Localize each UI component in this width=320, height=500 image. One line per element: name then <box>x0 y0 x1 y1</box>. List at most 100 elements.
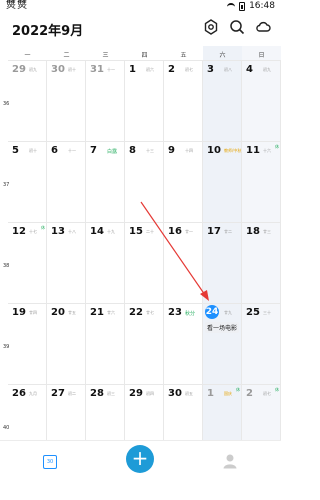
day-number: 16 <box>168 226 182 237</box>
weekday-header: 一二三四五六日 <box>0 46 281 60</box>
day-number: 27 <box>51 388 65 399</box>
calendar-day-cell[interactable]: 6 十一 <box>47 141 86 222</box>
lunar-date: 教师/中秋 <box>224 148 242 153</box>
holiday-badge: 休 <box>275 144 279 149</box>
cloud-icon[interactable] <box>255 19 271 35</box>
lunar-date: 初七 <box>185 67 193 72</box>
calendar-day-cell[interactable]: 12 十七休 <box>8 222 47 303</box>
lunar-date: 十一 <box>68 148 76 153</box>
lunar-date: 初二 <box>68 391 76 396</box>
day-number: 18 <box>246 226 260 237</box>
status-right: 16:48 <box>227 0 275 12</box>
calendar-day-cell[interactable]: 24 廿九 看一场电影 <box>203 303 242 384</box>
person-icon[interactable] <box>222 453 238 469</box>
lunar-date: 初九 <box>263 67 271 72</box>
lunar-date: 廿二 <box>224 229 232 234</box>
day-number: 30 <box>168 388 182 399</box>
lunar-date: 十九 <box>107 229 115 234</box>
calendar-day-cell[interactable]: 9 十四 <box>164 141 203 222</box>
weekday-label: 日 <box>258 52 265 59</box>
day-number: 9 <box>168 145 175 156</box>
calendar-day-cell[interactable]: 2 初七 <box>164 60 203 141</box>
wifi-icon <box>227 3 236 9</box>
lunar-date: 初九 <box>29 67 37 72</box>
day-number: 20 <box>51 307 65 318</box>
month-title[interactable]: 2022年9月 <box>12 20 83 39</box>
calendar-day-cell[interactable]: 25 三十 <box>242 303 281 384</box>
calendar-day-cell[interactable]: 16 廿一 <box>164 222 203 303</box>
calendar-day-cell[interactable]: 11 十六休 <box>242 141 281 222</box>
day-number: 29 <box>129 388 143 399</box>
calendar-day-cell[interactable]: 30 初十 <box>47 60 86 141</box>
day-number: 5 <box>12 145 19 156</box>
lunar-date: 初七 <box>263 391 271 396</box>
calendar-day-cell[interactable]: 22 廿七 <box>125 303 164 384</box>
day-number: 12 <box>12 226 26 237</box>
calendar-day-cell[interactable]: 31 十一 <box>86 60 125 141</box>
calendar-day-cell[interactable]: 8 十三 <box>125 141 164 222</box>
calendar-day-cell[interactable]: 14 十九 <box>86 222 125 303</box>
lunar-date: 十七 <box>29 229 37 234</box>
search-icon[interactable] <box>229 19 245 35</box>
calendar-day-cell[interactable]: 20 廿五 <box>47 303 86 384</box>
add-event-button[interactable]: + <box>126 445 154 473</box>
calendar-day-cell[interactable]: 15 二十 <box>125 222 164 303</box>
lunar-date: 廿七 <box>146 310 154 315</box>
weekday-label: 五 <box>180 52 187 59</box>
weekday-label: 六 <box>219 52 226 59</box>
calendar-day-cell[interactable]: 19 廿四 <box>8 303 47 384</box>
lunar-date: 十三 <box>146 148 154 153</box>
day-number: 28 <box>90 388 104 399</box>
weekday-label: 二 <box>63 52 70 59</box>
lunar-date: 廿四 <box>29 310 37 315</box>
lunar-date: 白露 <box>107 149 118 155</box>
day-number: 15 <box>129 226 143 237</box>
calendar-day-cell[interactable]: 18 廿三 <box>242 222 281 303</box>
day-number: 22 <box>129 307 143 318</box>
status-left-text: 㸈 㸈 <box>6 0 27 11</box>
calendar-day-cell[interactable]: 13 十八 <box>47 222 86 303</box>
day-number: 3 <box>207 64 214 75</box>
lunar-date: 初五 <box>185 391 193 396</box>
calendar-icon[interactable]: 30 <box>43 455 57 469</box>
lunar-date: 廿六 <box>107 310 115 315</box>
day-number: 1 <box>129 64 136 75</box>
calendar-day-cell[interactable]: 21 廿六 <box>86 303 125 384</box>
lunar-date: 三十 <box>263 310 271 315</box>
calendar-day-cell[interactable]: 1 初六 <box>125 60 164 141</box>
lunar-date: 二十 <box>146 229 154 234</box>
lunar-date: 国庆 <box>224 391 232 396</box>
day-number: 21 <box>90 307 104 318</box>
weekday-label: 一 <box>24 52 31 59</box>
day-number: 4 <box>246 64 253 75</box>
calendar-day-cell[interactable]: 23 秋分 <box>164 303 203 384</box>
lunar-date: 十八 <box>68 229 76 234</box>
calendar-day-cell[interactable]: 10 教师/中秋 <box>203 141 242 222</box>
holiday-badge: 休 <box>236 387 240 392</box>
day-number: 23 <box>168 307 182 318</box>
gear-icon[interactable] <box>203 19 219 35</box>
holiday-badge: 休 <box>41 225 45 230</box>
lunar-date: 初十 <box>68 67 76 72</box>
day-number: 6 <box>51 145 58 156</box>
calendar-day-cell[interactable]: 17 廿二 <box>203 222 242 303</box>
lunar-date: 初十 <box>29 148 37 153</box>
event-chip[interactable]: 看一场电影 <box>205 322 240 333</box>
calendar-day-cell[interactable]: 5 初十 <box>8 141 47 222</box>
lunar-date: 初六 <box>146 67 154 72</box>
day-number: 13 <box>51 226 65 237</box>
day-number: 26 <box>12 388 26 399</box>
day-number: 8 <box>129 145 136 156</box>
day-number: 2 <box>168 64 175 75</box>
calendar-day-cell[interactable]: 29 初九 <box>8 60 47 141</box>
lunar-date: 初八 <box>224 67 232 72</box>
day-number: 31 <box>90 64 104 75</box>
day-number: 19 <box>12 307 26 318</box>
day-number: 7 <box>90 145 97 156</box>
calendar-day-cell[interactable]: 3 初八 <box>203 60 242 141</box>
lunar-date: 十一 <box>107 67 115 72</box>
lunar-date: 十四 <box>185 148 193 153</box>
calendar-day-cell[interactable]: 7 白露 <box>86 141 125 222</box>
calendar-day-cell[interactable]: 4 初九 <box>242 60 281 141</box>
lunar-date: 九月 <box>29 391 37 396</box>
